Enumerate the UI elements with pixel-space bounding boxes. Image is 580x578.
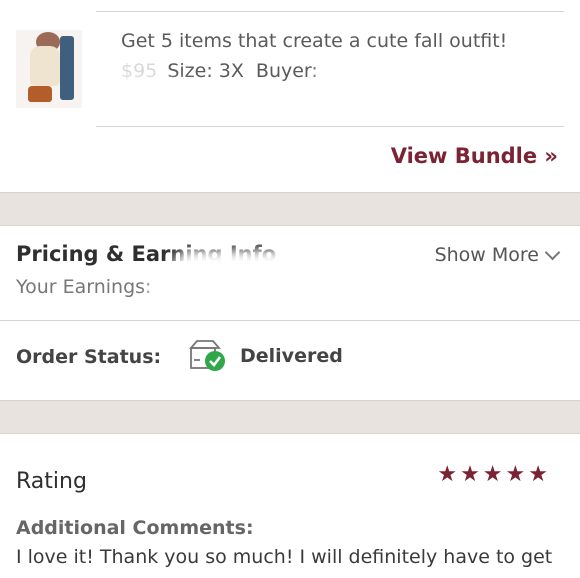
star-icon: ★ [460,462,480,487]
jeans-graphic [60,36,74,100]
section-band [0,400,580,434]
order-status-value: Delivered [240,345,343,367]
redaction-blur [150,274,250,314]
mid-divider [96,126,564,127]
star-icon: ★ [505,462,526,487]
item-title: Get 5 items that create a cute fall outf… [121,30,508,52]
star-icon: ★ [528,462,548,487]
view-bundle-link[interactable]: View Bundle » [391,144,558,168]
star-rating: ★ ★ ★ ★ ★ [437,462,548,488]
item-meta: $95 Size: 3X Buyer: [121,60,318,82]
section-band [0,192,580,226]
star-icon: ★ [437,462,458,487]
redaction-blur [88,82,198,140]
comment-text: I love it! Thank you so much! I will def… [16,546,553,568]
additional-comments-label: Additional Comments: [16,517,254,539]
top-divider [96,11,564,12]
star-icon: ★ [482,462,503,487]
outfit-thumbnail[interactable] [16,30,82,108]
pricing-divider [0,320,580,321]
order-status-label: Order Status: [16,346,162,368]
earnings-label: Your Earnings: [16,276,152,298]
item-buyer: Buyer: [255,60,318,82]
redaction-blur [318,58,508,104]
sweater-graphic [30,46,60,86]
bag-graphic [28,86,52,102]
chevron-down-icon [544,244,561,260]
item-size: Size: 3X [167,60,244,82]
rating-label: Rating [16,469,87,494]
item-price: $95 [121,60,158,82]
show-more-button[interactable]: Show More [434,244,561,266]
delivered-box-icon [189,340,225,371]
show-more-label: Show More [434,244,539,266]
item-card: Get 5 items that create a cute fall outf… [0,0,580,190]
